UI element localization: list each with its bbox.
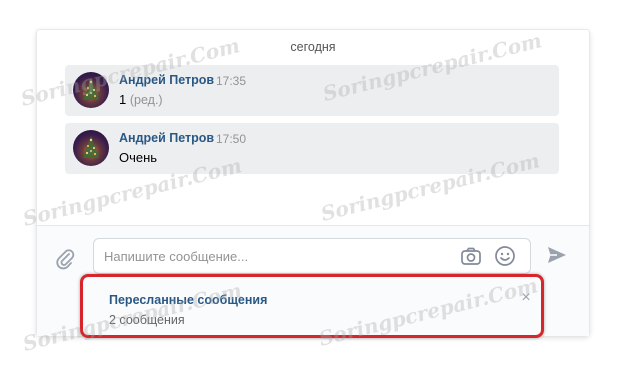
- message-text: 1 (ред.): [119, 92, 163, 107]
- date-divider: сегодня: [290, 40, 336, 54]
- message-text: Очень: [119, 150, 158, 165]
- christmas-tree-icon: [83, 78, 99, 100]
- send-icon[interactable]: [546, 244, 568, 266]
- avatar[interactable]: [73, 72, 109, 108]
- message-item[interactable]: Андрей Петров 17:35 1 (ред.): [65, 65, 559, 116]
- message-input-box[interactable]: [93, 238, 531, 274]
- avatar[interactable]: [73, 130, 109, 166]
- paperclip-icon[interactable]: [54, 248, 76, 270]
- smile-icon[interactable]: [494, 245, 516, 267]
- message-author[interactable]: Андрей Петров: [119, 73, 214, 87]
- message-body: 1: [119, 92, 127, 107]
- message-author[interactable]: Андрей Петров: [119, 131, 214, 145]
- forwarded-title[interactable]: Пересланные сообщения: [109, 293, 267, 307]
- edited-label: (ред.): [129, 93, 163, 107]
- camera-icon[interactable]: [460, 246, 482, 266]
- forwarded-count: 2 сообщения: [109, 313, 185, 327]
- message-time: 17:35: [216, 74, 247, 88]
- message-item[interactable]: Андрей Петров 17:50 Очень: [65, 123, 559, 174]
- message-time: 17:50: [216, 132, 247, 146]
- christmas-tree-icon: [83, 136, 99, 158]
- close-icon[interactable]: ×: [518, 290, 534, 306]
- forwarded-messages-panel[interactable]: Пересланные сообщения 2 сообщения ×: [80, 274, 544, 338]
- message-input[interactable]: [104, 239, 434, 273]
